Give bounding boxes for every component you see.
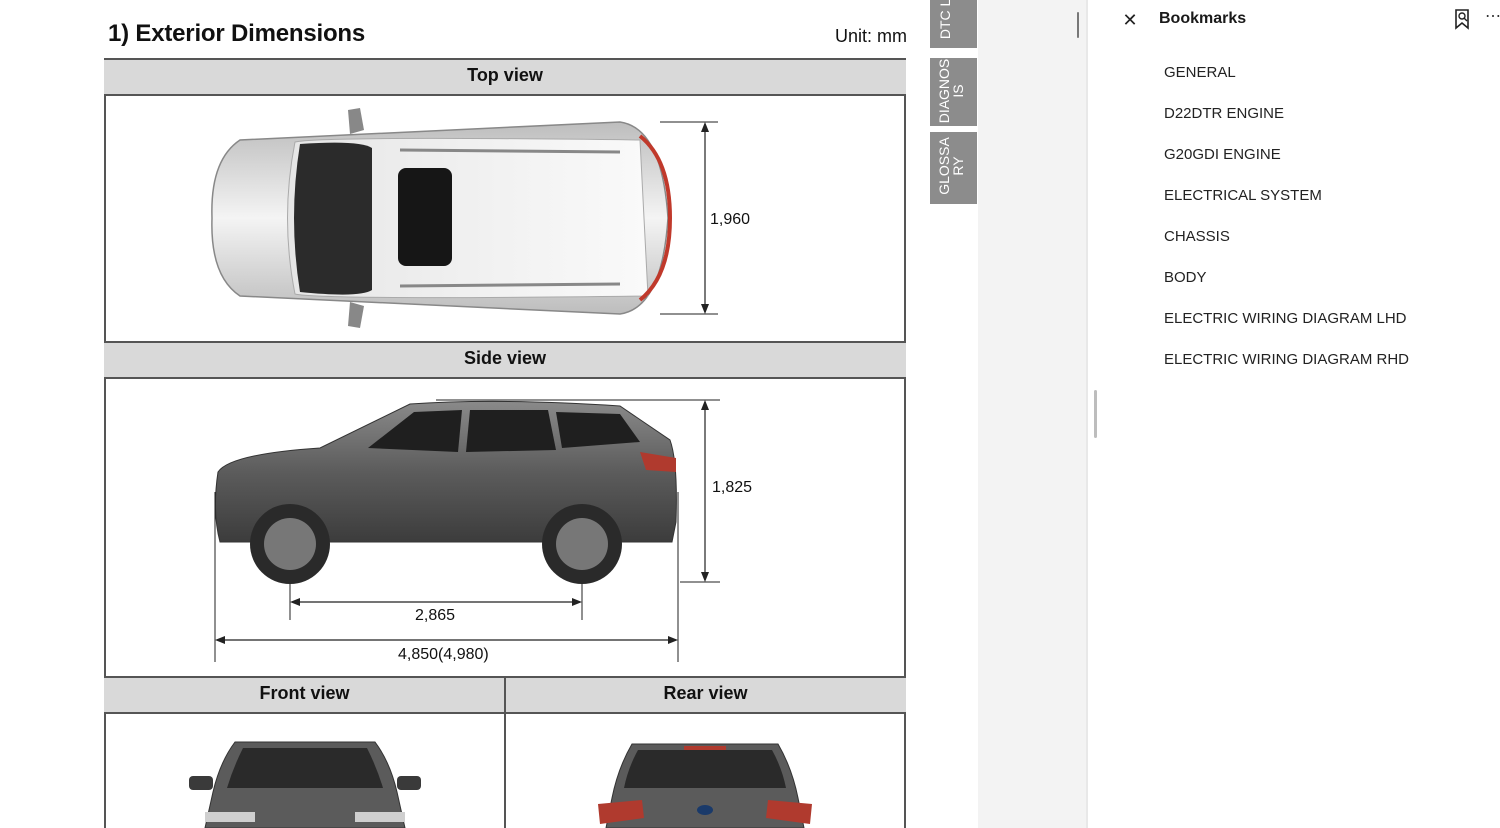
close-icon[interactable]: ✕ (1118, 8, 1142, 32)
bookmarks-pane: ✕ Bookmarks ⋯ GENERAL D22DTR ENGINE G20G… (1088, 0, 1500, 828)
section-tab-strip: DTC LI DIAGNOS IS GLOSSA RY (930, 0, 978, 828)
front-view-label: Front view (259, 683, 350, 703)
side-view-label: Side view (463, 348, 547, 368)
rear-view-header: Rear view (505, 676, 906, 714)
bookmark-chassis[interactable]: CHASSIS (1088, 220, 1500, 261)
bookmark-list: GENERAL D22DTR ENGINE G20GDI ENGINE ELEC… (1088, 56, 1500, 384)
front-view-drawing (189, 741, 421, 828)
side-view-drawing (214, 399, 720, 662)
unit-label: Unit: mm (835, 26, 907, 46)
tab-diagnosis[interactable]: DIAGNOS IS (930, 58, 977, 126)
scrollbar-thumb[interactable] (1077, 12, 1079, 38)
side-view-header: Side view (104, 341, 906, 379)
tab-dtc-list[interactable]: DTC LI (930, 0, 977, 48)
tab-diagnosis-label: DIAGNOS IS (936, 58, 966, 124)
document-page: 1) Exterior Dimensions Unit: mm Top view… (0, 0, 930, 828)
height-dimension: 1,825 (712, 479, 753, 496)
top-view-header: Top view (104, 58, 906, 96)
bookmark-general[interactable]: GENERAL (1088, 56, 1500, 97)
bookmark-wiring-lhd[interactable]: ELECTRIC WIRING DIAGRAM LHD (1088, 302, 1500, 343)
rear-view-label: Rear view (663, 683, 748, 703)
more-options-icon[interactable]: ⋯ (1485, 8, 1500, 32)
width-dimension: 1,960 (710, 211, 751, 228)
top-view-label: Top view (467, 65, 543, 85)
bookmark-body[interactable]: BODY (1088, 261, 1500, 302)
tab-glossary-label: GLOSSA RY (936, 137, 966, 195)
tab-dtc-list-label: DTC LI (937, 0, 953, 40)
length-dimension: 4,850(4,980) (398, 646, 489, 663)
bookmark-wiring-rhd[interactable]: ELECTRIC WIRING DIAGRAM RHD (1088, 343, 1500, 384)
wheelbase-dimension: 2,865 (415, 607, 456, 624)
bookmarks-title: Bookmarks (1159, 10, 1247, 27)
front-view-header: Front view (104, 676, 505, 714)
bookmark-d22dtr-engine[interactable]: D22DTR ENGINE (1088, 97, 1500, 138)
bookmark-electrical-system[interactable]: ELECTRICAL SYSTEM (1088, 179, 1500, 220)
pane-resize-grip[interactable] (1094, 390, 1097, 438)
top-view-drawing (211, 108, 718, 328)
bookmark-search-icon[interactable] (1452, 8, 1474, 32)
tab-glossary[interactable]: GLOSSA RY (930, 132, 977, 204)
column-divider (504, 676, 506, 828)
scroll-gutter (978, 0, 1088, 828)
bookmark-g20gdi-engine[interactable]: G20GDI ENGINE (1088, 138, 1500, 179)
page-title: 1) Exterior Dimensions (108, 20, 366, 47)
rear-view-drawing (598, 743, 812, 828)
